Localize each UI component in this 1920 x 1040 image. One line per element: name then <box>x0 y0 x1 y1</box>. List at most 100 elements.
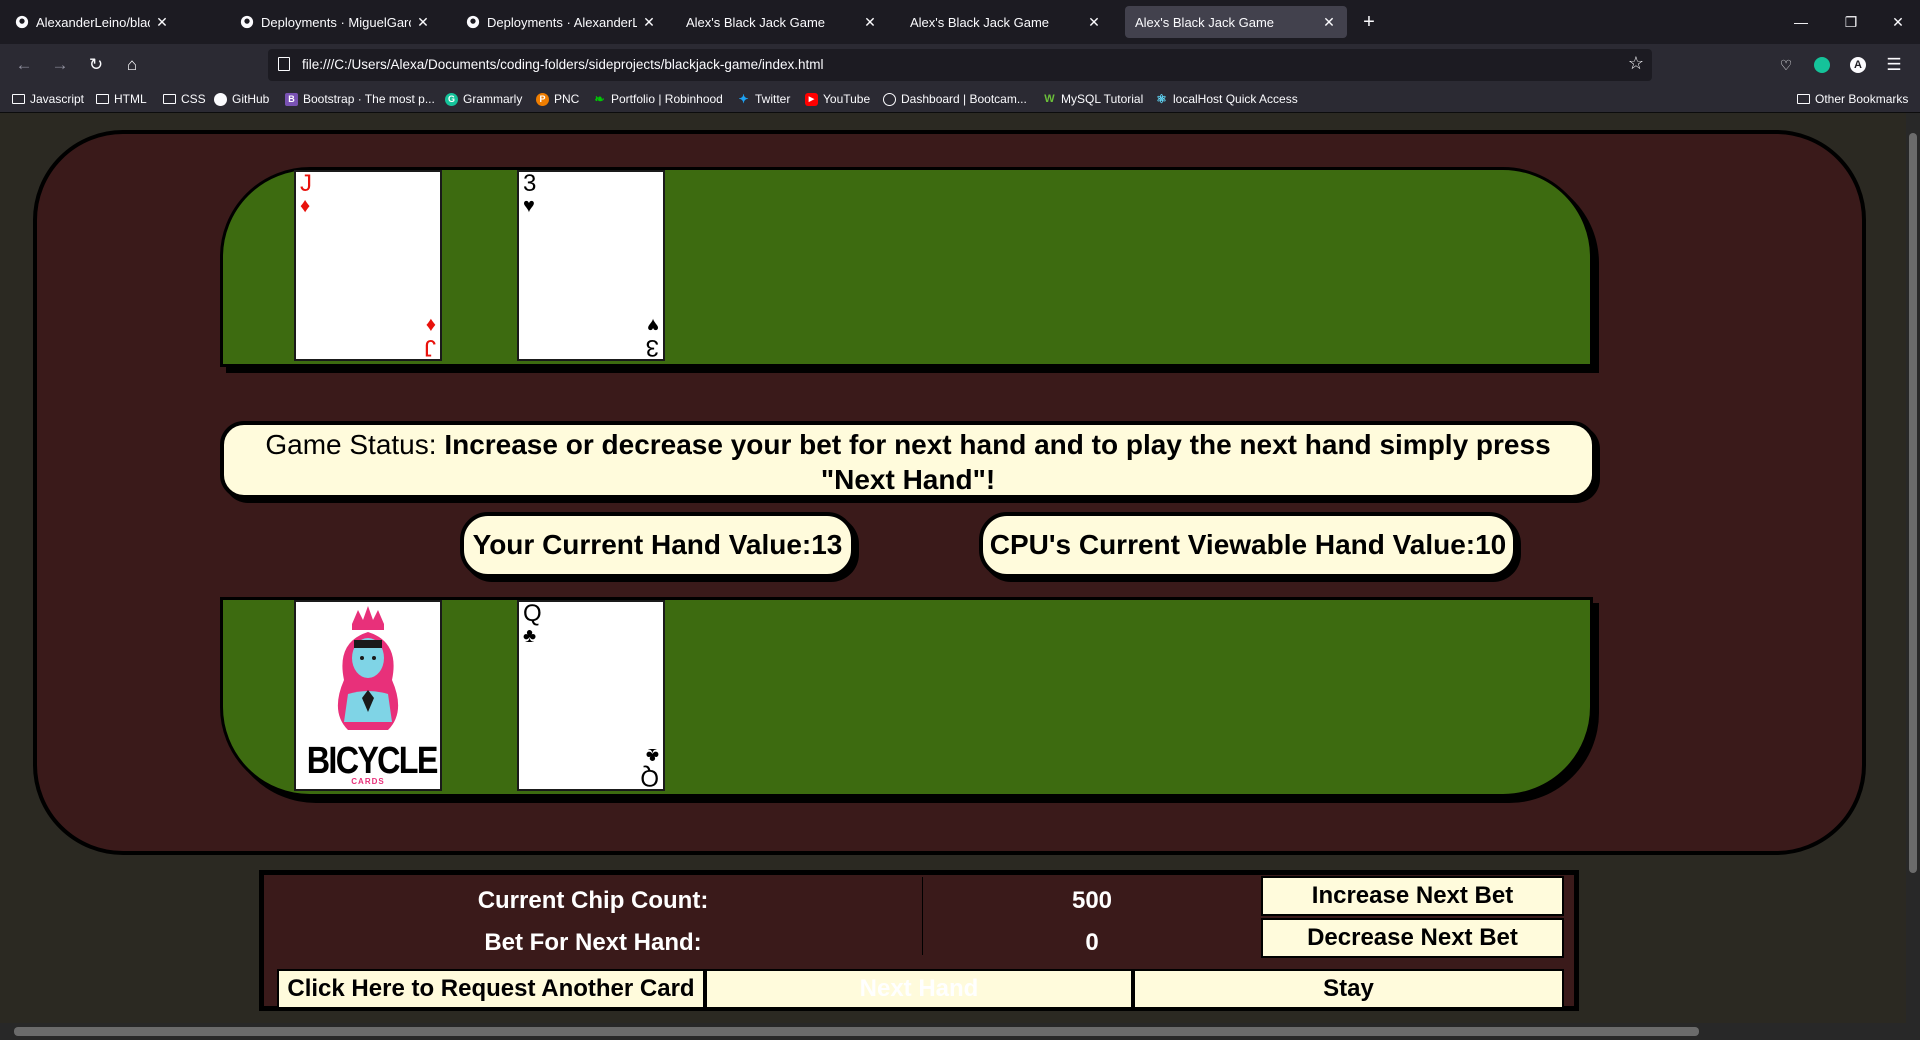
tab-blackjack-active[interactable]: Alex's Black Jack Game ✕ <box>1125 6 1347 38</box>
dealer-card-1: J ♦ J ♦ <box>294 170 442 361</box>
tab-label: Deployments · MiguelGarciaCa <box>261 14 411 30</box>
blackjack-page: J ♦ J ♦ 3 ♥ 3 ♥ Game Status: Increase or… <box>0 113 1906 1023</box>
hit-button[interactable]: Click Here to Request Another Card <box>277 969 705 1009</box>
tab-blackjack-1[interactable]: Alex's Black Jack Game ✕ <box>676 6 888 38</box>
betting-panel: Current Chip Count: 500 Bet For Next Han… <box>259 870 1579 1011</box>
bookmark-dashboard[interactable]: Dashboard | Bootcam... <box>883 90 1027 108</box>
github-icon <box>239 14 255 30</box>
bookmark-label: PNC <box>554 92 580 106</box>
bookmark-html[interactable]: HTML <box>96 90 147 108</box>
nav-bar: ← → ↻ ⌂ file:///C:/Users/Alexa/Documents… <box>0 44 1920 86</box>
tab-label: Alex's Black Jack Game <box>1135 14 1275 30</box>
close-icon[interactable]: ✕ <box>1321 14 1337 31</box>
bookmark-youtube[interactable]: ▶ YouTube <box>805 90 870 108</box>
game-status: Game Status: Increase or decrease your b… <box>220 421 1596 499</box>
close-icon[interactable]: ✕ <box>641 14 657 31</box>
robinhood-icon: ❧ <box>594 92 605 106</box>
next-hand-button[interactable]: Next Hand <box>705 969 1133 1009</box>
url-bar[interactable]: file:///C:/Users/Alexa/Documents/coding-… <box>268 49 1652 81</box>
increase-bet-button[interactable]: Increase Next Bet <box>1261 876 1564 916</box>
tab-blackjack-2[interactable]: Alex's Black Jack Game ✕ <box>900 6 1112 38</box>
close-window-icon[interactable]: ✕ <box>1884 8 1912 36</box>
tab-deployments-alexander[interactable]: Deployments · AlexanderLeino/ ✕ <box>455 6 667 38</box>
bookmark-javascript[interactable]: Javascript <box>12 90 84 108</box>
grammarly-icon: G <box>445 92 458 106</box>
url-text: file:///C:/Users/Alexa/Documents/coding-… <box>302 57 824 72</box>
bookmark-label: GitHub <box>232 92 270 106</box>
folder-icon <box>163 94 176 104</box>
folder-icon <box>1797 94 1810 104</box>
tab-bar: AlexanderLeino/blackjack-gam ✕ Deploymen… <box>0 0 1920 44</box>
folder-icon <box>96 94 109 104</box>
forward-icon[interactable]: → <box>46 51 74 79</box>
bookmark-grammarly[interactable]: G Grammarly <box>445 90 522 108</box>
your-hand-value: Your Current Hand Value:13 <box>460 512 855 578</box>
card-back-sub: CARDS <box>351 777 385 786</box>
blackjack-table: J ♦ J ♦ 3 ♥ 3 ♥ Game Status: Increase or… <box>33 130 1866 855</box>
back-icon[interactable]: ← <box>10 51 38 79</box>
bookmark-localhost[interactable]: ⚛ localHost Quick Access <box>1155 90 1298 108</box>
card-rank: Q <box>523 600 542 627</box>
stay-button[interactable]: Stay <box>1133 969 1564 1009</box>
dealer-area: J ♦ J ♦ 3 ♥ 3 ♥ <box>220 167 1593 367</box>
github-icon <box>14 14 30 30</box>
bookmark-github[interactable]: GitHub <box>214 90 269 108</box>
close-icon[interactable]: ✕ <box>154 14 170 31</box>
star-icon[interactable]: ☆ <box>1628 53 1644 74</box>
pnc-icon: P <box>536 92 549 106</box>
card-rank: J <box>424 334 436 361</box>
tab-label: Alex's Black Jack Game <box>686 14 826 30</box>
menu-icon[interactable]: ☰ <box>1880 51 1908 79</box>
pocket-icon[interactable]: ♡ <box>1772 51 1800 79</box>
bookmark-label: Other Bookmarks <box>1815 92 1909 106</box>
decrease-bet-button[interactable]: Decrease Next Bet <box>1261 918 1564 958</box>
bookmark-twitter[interactable]: ✦ Twitter <box>737 90 790 108</box>
horizontal-scrollbar[interactable] <box>0 1023 1920 1040</box>
tab-label: Deployments · AlexanderLeino/ <box>487 14 637 30</box>
react-icon: ⚛ <box>1156 92 1167 106</box>
bet-label: Bet For Next Hand: <box>484 929 702 956</box>
bookmark-css[interactable]: CSS <box>163 90 206 108</box>
tab-label: AlexanderLeino/blackjack-gam <box>36 14 150 30</box>
card-suit-diamond-icon: ♦ <box>425 314 436 336</box>
close-icon[interactable]: ✕ <box>862 14 878 31</box>
home-icon[interactable]: ⌂ <box>118 51 146 79</box>
player-card-2: Q ♣ Q ♣ <box>517 600 665 791</box>
game-status-label: Game Status: <box>265 429 445 460</box>
reload-icon[interactable]: ↻ <box>82 51 110 79</box>
new-tab-icon[interactable]: + <box>1355 8 1383 36</box>
bookmark-label: MySQL Tutorial <box>1061 92 1144 106</box>
card-rank: 3 <box>523 170 537 197</box>
card-suit-heart-icon: ♥ <box>523 195 535 217</box>
chip-count-label: Current Chip Count: <box>477 887 709 914</box>
bookmarks-bar: Javascript HTML CSS GitHub B Bootstrap · … <box>0 86 1920 113</box>
tab-label: Alex's Black Jack Game <box>910 14 1050 30</box>
mysql-icon: W <box>1044 93 1055 105</box>
bookmark-robinhood[interactable]: ❧ Portfolio | Robinhood <box>593 90 722 108</box>
tab-github-blackjack[interactable]: AlexanderLeino/blackjack-gam ✕ <box>4 6 180 38</box>
bookmark-bootstrap[interactable]: B Bootstrap · The most p... <box>285 90 435 108</box>
card-corner: 3 ♥ <box>639 311 659 361</box>
card-suit-club-icon: ♣ <box>645 744 659 766</box>
tab-deployments-miguel[interactable]: Deployments · MiguelGarciaCa ✕ <box>229 6 441 38</box>
close-icon[interactable]: ✕ <box>1086 14 1102 31</box>
horizontal-scroll-thumb[interactable] <box>14 1027 1699 1036</box>
vertical-scroll-thumb[interactable] <box>1909 133 1917 873</box>
github-icon <box>465 14 481 30</box>
game-status-message: Increase or decrease your bet for next h… <box>444 429 1551 495</box>
vertical-scrollbar[interactable] <box>1906 113 1920 1023</box>
card-rank: J <box>300 170 312 197</box>
other-bookmarks[interactable]: Other Bookmarks <box>1797 90 1908 108</box>
bookmark-mysql[interactable]: W MySQL Tutorial <box>1043 90 1143 108</box>
twitter-icon: ✦ <box>738 92 749 106</box>
account-icon[interactable]: A <box>1844 51 1872 79</box>
bookmark-label: Twitter <box>755 92 791 106</box>
minimize-icon[interactable]: — <box>1787 8 1815 36</box>
restore-icon[interactable]: ❐ <box>1837 8 1865 36</box>
bookmark-pnc[interactable]: P PNC <box>536 90 579 108</box>
bookmark-label: Javascript <box>30 92 85 106</box>
card-rank: Q <box>640 764 659 791</box>
grammarly-extension-icon[interactable] <box>1808 51 1836 79</box>
close-icon[interactable]: ✕ <box>415 14 431 31</box>
youtube-icon: ▶ <box>805 92 818 106</box>
